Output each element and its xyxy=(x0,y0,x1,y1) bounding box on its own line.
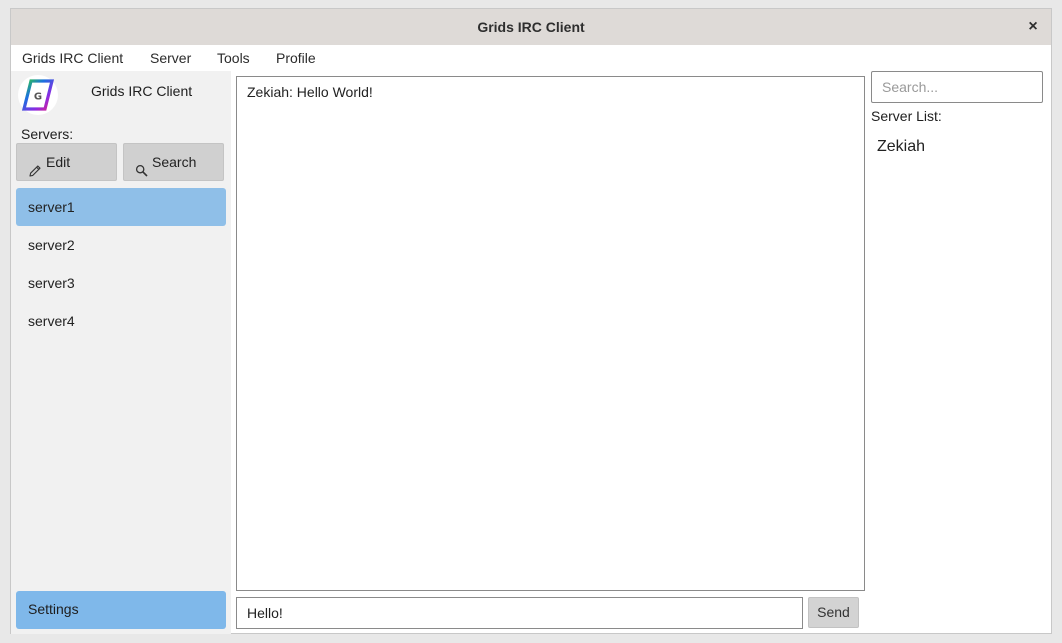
menu-bar: Grids IRC Client Server Tools Profile xyxy=(11,45,1051,71)
chat-log: Zekiah: Hello World! xyxy=(236,76,865,591)
search-button-label: Search xyxy=(152,154,197,170)
servers-label: Servers: xyxy=(21,126,74,142)
sidebar: G Grids IRC Client Servers: Edit Search xyxy=(11,71,231,634)
menu-server[interactable]: Server xyxy=(150,45,191,71)
menu-grids-irc-client[interactable]: Grids IRC Client xyxy=(22,45,123,71)
grids-logo-icon: G xyxy=(18,75,58,115)
user-list: Zekiah xyxy=(877,136,925,158)
window-title: Grids IRC Client xyxy=(477,19,585,35)
settings-button[interactable]: Settings xyxy=(16,591,226,629)
server-item[interactable]: server4 xyxy=(16,302,226,340)
server-list-label: Server List: xyxy=(871,108,942,124)
send-button[interactable]: Send xyxy=(808,597,859,628)
server-list: server1 server2 server3 server4 xyxy=(16,188,226,340)
title-bar: Grids IRC Client × xyxy=(11,9,1051,46)
server-item[interactable]: server2 xyxy=(16,226,226,264)
chat-message: Zekiah: Hello World! xyxy=(247,84,373,100)
message-input[interactable] xyxy=(236,597,803,629)
logo-letter: G xyxy=(34,92,42,103)
menu-profile[interactable]: Profile xyxy=(276,45,316,71)
user-item[interactable]: Zekiah xyxy=(877,136,925,158)
edit-button-label: Edit xyxy=(46,154,71,170)
magnifier-icon xyxy=(135,155,149,191)
app-window: Grids IRC Client × Grids IRC Client Serv… xyxy=(10,8,1052,634)
server-item[interactable]: server3 xyxy=(16,264,226,302)
menu-tools[interactable]: Tools xyxy=(217,45,250,71)
sidebar-app-name: Grids IRC Client xyxy=(91,83,193,99)
user-search-input[interactable] xyxy=(871,71,1043,103)
edit-button[interactable]: Edit xyxy=(16,143,117,181)
close-icon[interactable]: × xyxy=(1023,17,1043,37)
server-item[interactable]: server1 xyxy=(16,188,226,226)
search-button[interactable]: Search xyxy=(123,143,224,181)
pencil-icon xyxy=(28,155,42,191)
